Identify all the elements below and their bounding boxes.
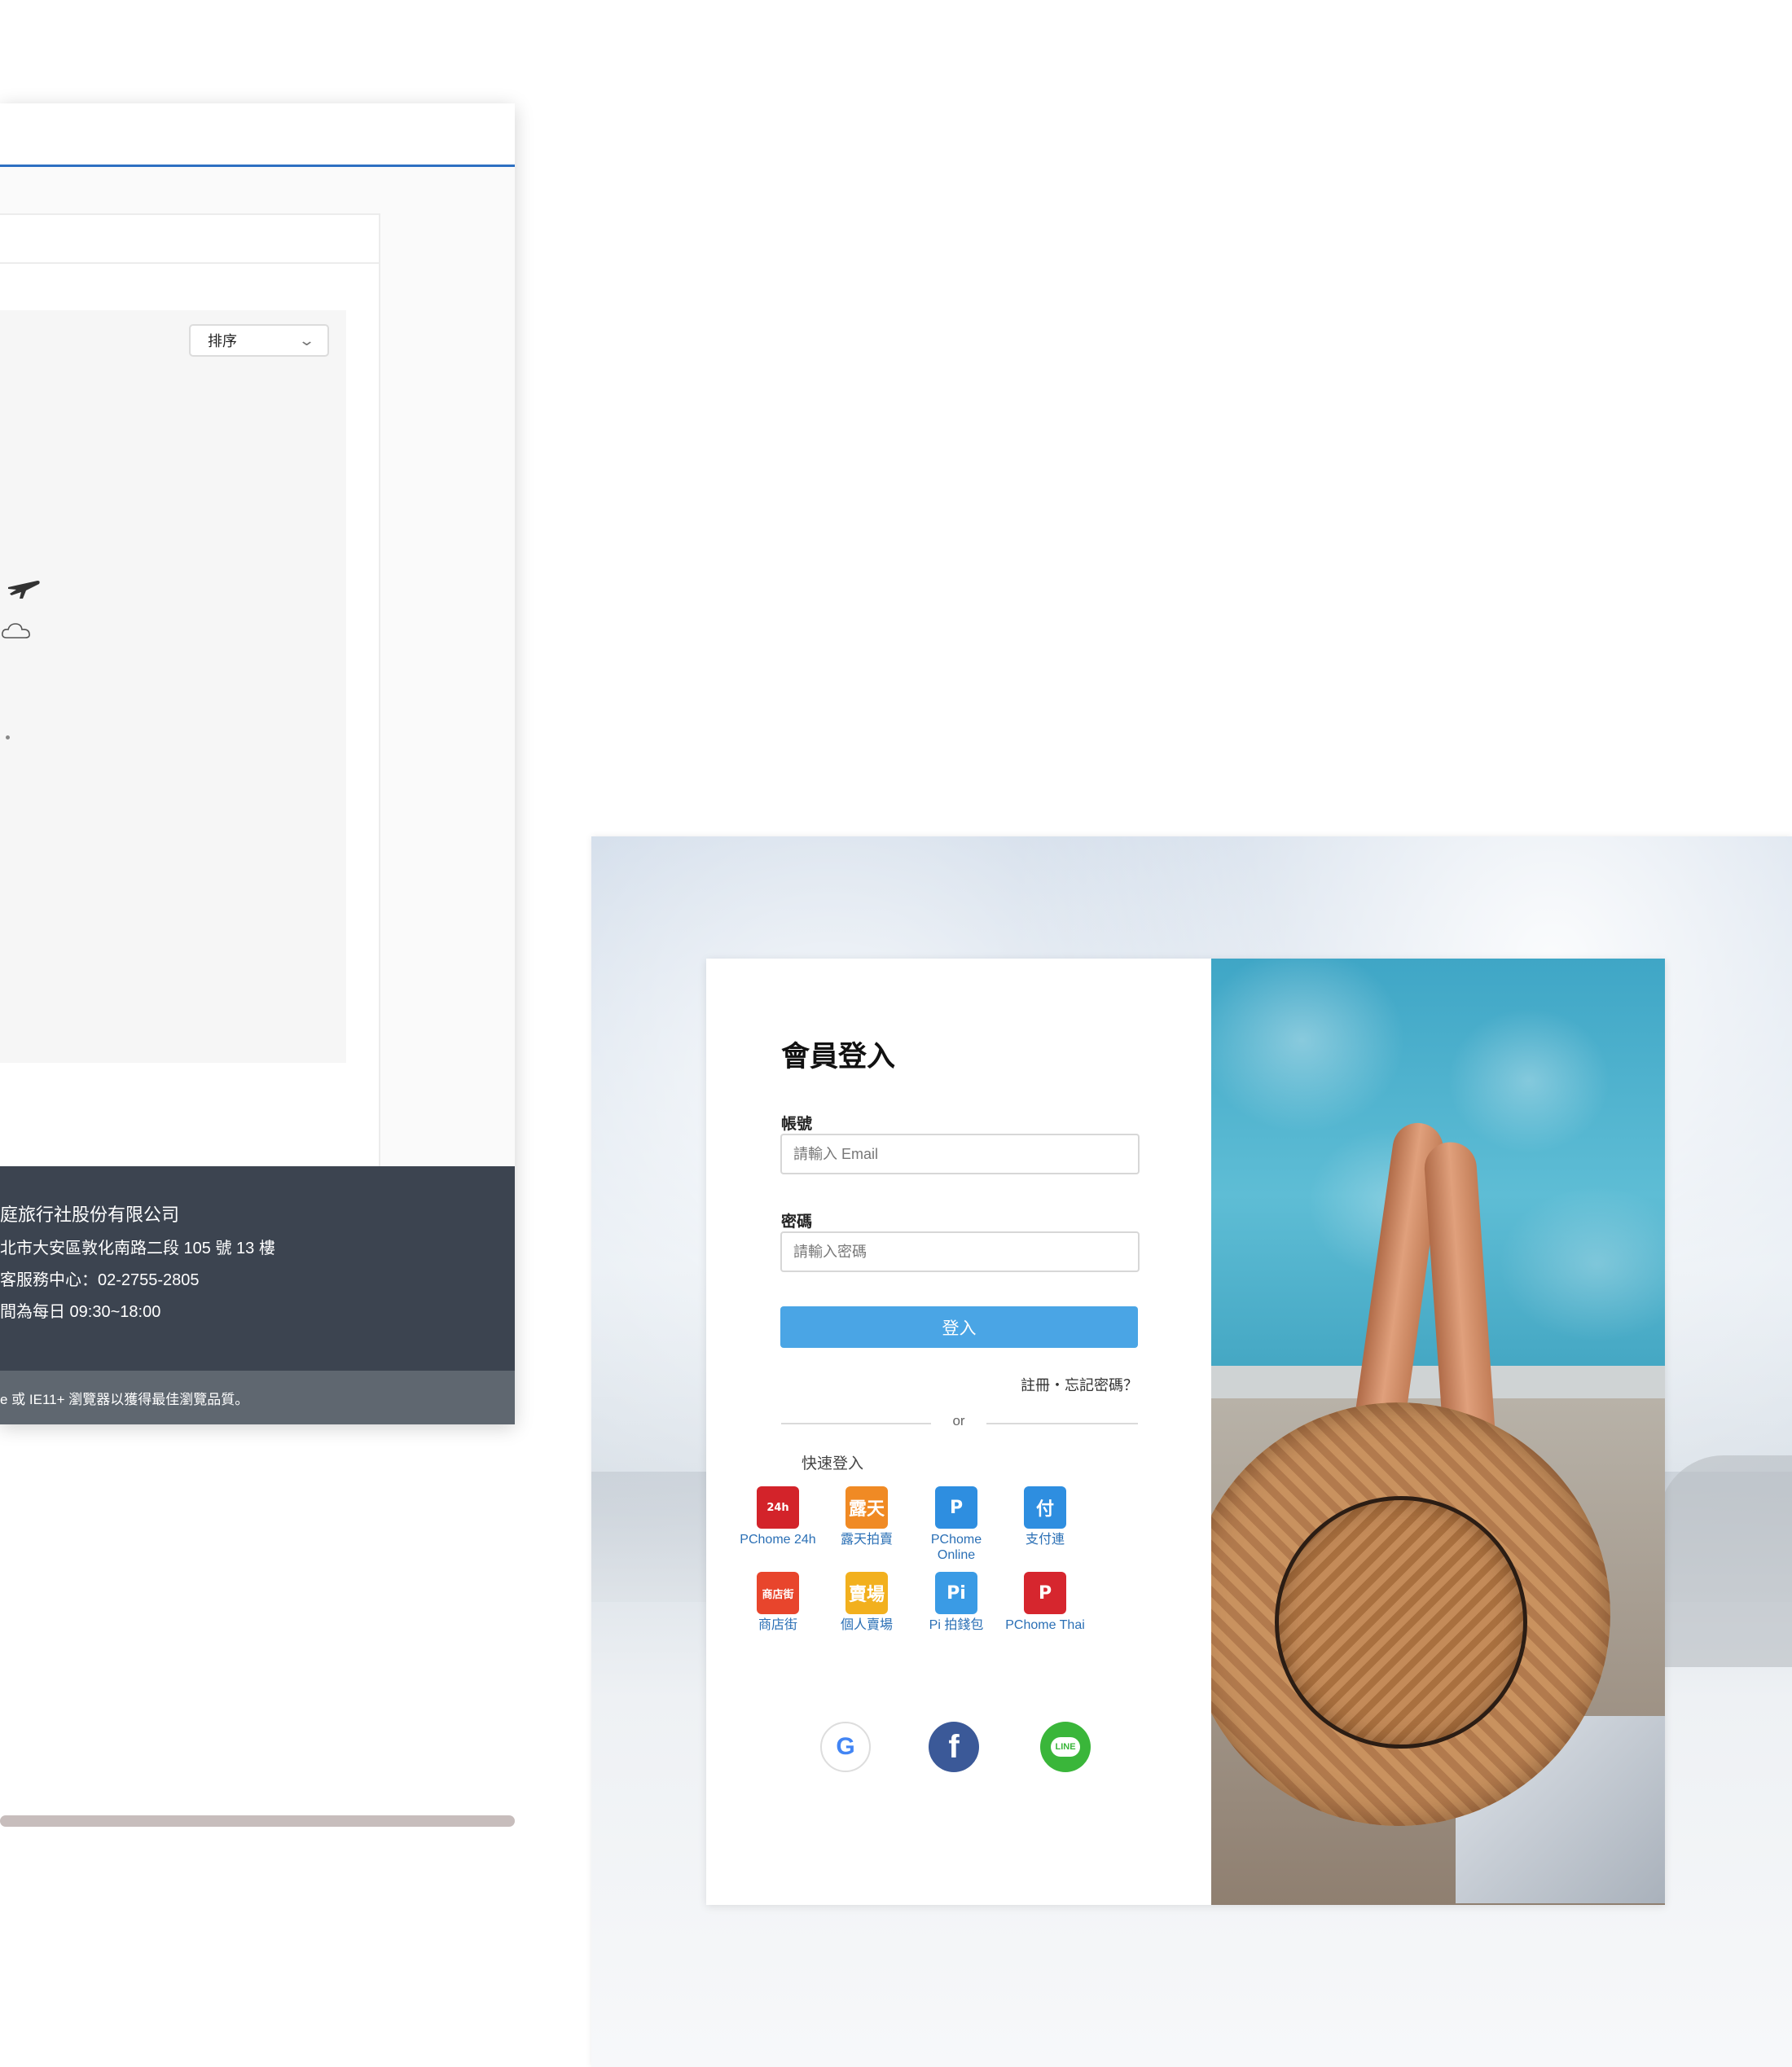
pi-wallet-icon: Pi bbox=[935, 1572, 977, 1614]
login-card: 會員登入 帳號 密碼 登入 註冊・忘記密碼？ or 快速登入 24h PChome… bbox=[706, 959, 1665, 1905]
pchome-24h-icon: 24h bbox=[757, 1486, 799, 1529]
quick-login-ruten[interactable]: 露天 露天拍賣 bbox=[822, 1486, 911, 1547]
divider-left bbox=[781, 1423, 931, 1424]
app-label: 個人賣場 bbox=[840, 1618, 893, 1632]
app-label: PChome Thai bbox=[1005, 1618, 1085, 1632]
divider-right bbox=[986, 1423, 1138, 1424]
facebook-icon[interactable]: f bbox=[929, 1722, 979, 1772]
shopping-street-icon: 商店街 bbox=[757, 1572, 799, 1614]
footer-address: 北市大安區敦化南路二段 105 號 13 樓 bbox=[0, 1240, 275, 1257]
page-header bbox=[0, 103, 515, 167]
quick-login-personal-store[interactable]: 賣場 個人賣場 bbox=[822, 1572, 911, 1633]
page-title: 會員登入 bbox=[781, 1041, 896, 1073]
password-field[interactable] bbox=[780, 1231, 1140, 1272]
quick-login-pay-link[interactable]: 付支付連 bbox=[1000, 1486, 1090, 1547]
personal-store-icon: 賣場 bbox=[845, 1572, 888, 1614]
sort-dropdown[interactable]: 排序 ⌄ bbox=[189, 324, 329, 357]
quick-login-shopping-street[interactable]: 商店街 商店街 bbox=[733, 1572, 823, 1633]
quick-login-label: 快速登入 bbox=[802, 1455, 864, 1472]
app-label: PChome Online bbox=[930, 1533, 982, 1562]
quick-login-pchome-24h[interactable]: 24h PChome 24h bbox=[733, 1486, 823, 1547]
quick-login-pchome-online[interactable]: P PChome Online bbox=[911, 1486, 1001, 1563]
footer-browser-note: e 或 IE11+ 瀏覽器以獲得最佳瀏覽品質。 bbox=[0, 1371, 515, 1424]
register-forgot-link[interactable]: 註冊・忘記密碼？ bbox=[1020, 1374, 1138, 1395]
email-field[interactable] bbox=[780, 1134, 1140, 1174]
chevron-down-icon: ⌄ bbox=[297, 331, 316, 349]
google-icon[interactable]: G bbox=[820, 1722, 871, 1772]
app-label: PChome 24h bbox=[740, 1533, 816, 1547]
straw-hat-crown bbox=[1275, 1496, 1527, 1749]
footer-phone: 客服務中心：02-2755-2805 bbox=[0, 1271, 200, 1289]
list-area bbox=[0, 310, 346, 1063]
pay-link-icon: 付 bbox=[1024, 1486, 1066, 1529]
login-form: 會員登入 帳號 密碼 登入 註冊・忘記密碼？ or 快速登入 24h PChome… bbox=[706, 959, 1211, 1905]
app-label: Pi 拍錢包 bbox=[929, 1618, 984, 1632]
login-screen: 會員登入 帳號 密碼 登入 註冊・忘記密碼？ or 快速登入 24h PChome… bbox=[591, 836, 1792, 2067]
or-separator: or bbox=[952, 1413, 965, 1428]
background-hill bbox=[1658, 1455, 1792, 1667]
line-icon[interactable]: LINE bbox=[1040, 1722, 1091, 1772]
cloud-icon bbox=[2, 623, 30, 639]
password-label: 密碼 bbox=[781, 1213, 813, 1231]
account-label: 帳號 bbox=[781, 1116, 813, 1133]
hero-photo bbox=[1211, 959, 1665, 1905]
app-label: 露天拍賣 bbox=[840, 1533, 893, 1547]
background-page-window: 排序 ⌄ 庭旅行社股份有限公司 北市大安區敦化南路二段 105 號 13 樓 客… bbox=[0, 103, 515, 1424]
quick-login-pi-wallet[interactable]: Pi Pi 拍錢包 bbox=[911, 1572, 1001, 1633]
airplane-icon bbox=[8, 581, 40, 599]
site-footer: 庭旅行社股份有限公司 北市大安區敦化南路二段 105 號 13 樓 客服務中心：… bbox=[0, 1166, 515, 1371]
decorative-dot bbox=[6, 735, 10, 739]
footer-hours: 間為每日 09:30~18:00 bbox=[0, 1303, 161, 1321]
footer-company: 庭旅行社股份有限公司 bbox=[0, 1205, 180, 1225]
pchome-online-icon: P bbox=[935, 1486, 977, 1529]
app-label: 支付連 bbox=[1025, 1533, 1065, 1547]
sort-label: 排序 bbox=[208, 333, 237, 349]
login-button[interactable]: 登入 bbox=[780, 1306, 1138, 1348]
app-label: 商店街 bbox=[758, 1618, 797, 1632]
pchome-thai-icon: P bbox=[1024, 1572, 1066, 1614]
horizontal-scrollbar[interactable] bbox=[0, 1815, 515, 1827]
quick-login-pchome-thai[interactable]: P PChome Thai bbox=[1000, 1572, 1090, 1633]
ruten-icon: 露天 bbox=[845, 1486, 888, 1529]
card-header bbox=[0, 215, 379, 264]
